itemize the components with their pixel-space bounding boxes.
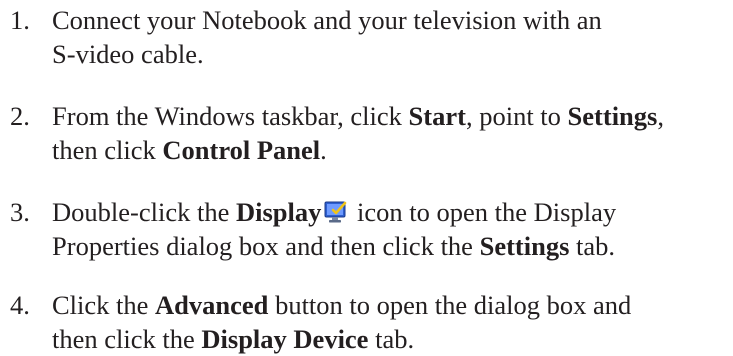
ui-term-control-panel: Control Panel [162,135,321,165]
text-run: then click [52,135,163,165]
ui-term-advanced: Advanced [155,290,269,320]
step-text: From the Windows taskbar, click Start, p… [52,99,733,167]
step-line: Double-click the Display icon to open th… [52,195,733,229]
step-number: 2. [10,101,30,131]
step-text: Double-click the Display icon to open th… [52,195,733,263]
text-run: Properties dialog box and then click the [52,231,480,261]
step-text: Connect your Notebook and your televisio… [52,3,733,71]
text-run: Click the [52,290,156,320]
step-text: Click the Advanced button to open the di… [52,288,733,356]
text-run: then click the [52,324,202,354]
text-run: icon to open the Display [350,197,617,227]
step-line: Properties dialog box and then click the… [52,229,733,263]
step-number: 1. [10,5,30,35]
ui-term-settings-tab: Settings [479,231,570,261]
text-run: , point to [465,101,568,131]
ui-term-start: Start [408,101,466,131]
step-line: then click the Display Device tab. [52,322,733,356]
step-line: S-video cable. [52,39,204,69]
step-number: 4. [10,290,30,320]
text-run: tab. [569,231,616,261]
ui-term-settings: Settings [567,101,658,131]
step-line: Connect your Notebook and your televisio… [52,5,602,35]
ui-term-display: Display [235,197,322,227]
ui-term-display-device: Display Device [201,324,369,354]
display-properties-icon [324,201,347,223]
text-run: , [657,101,664,131]
text-run: From the Windows taskbar, click [52,101,409,131]
text-run: Double-click the [52,197,236,227]
text-run: button to open the dialog box and [268,290,632,320]
text-run: . [320,135,327,165]
step-line: From the Windows taskbar, click Start, p… [52,99,733,133]
step-line: then click Control Panel. [52,133,733,167]
step-number: 3. [10,197,30,227]
text-run: tab. [368,324,415,354]
step-line: Click the Advanced button to open the di… [52,288,733,322]
